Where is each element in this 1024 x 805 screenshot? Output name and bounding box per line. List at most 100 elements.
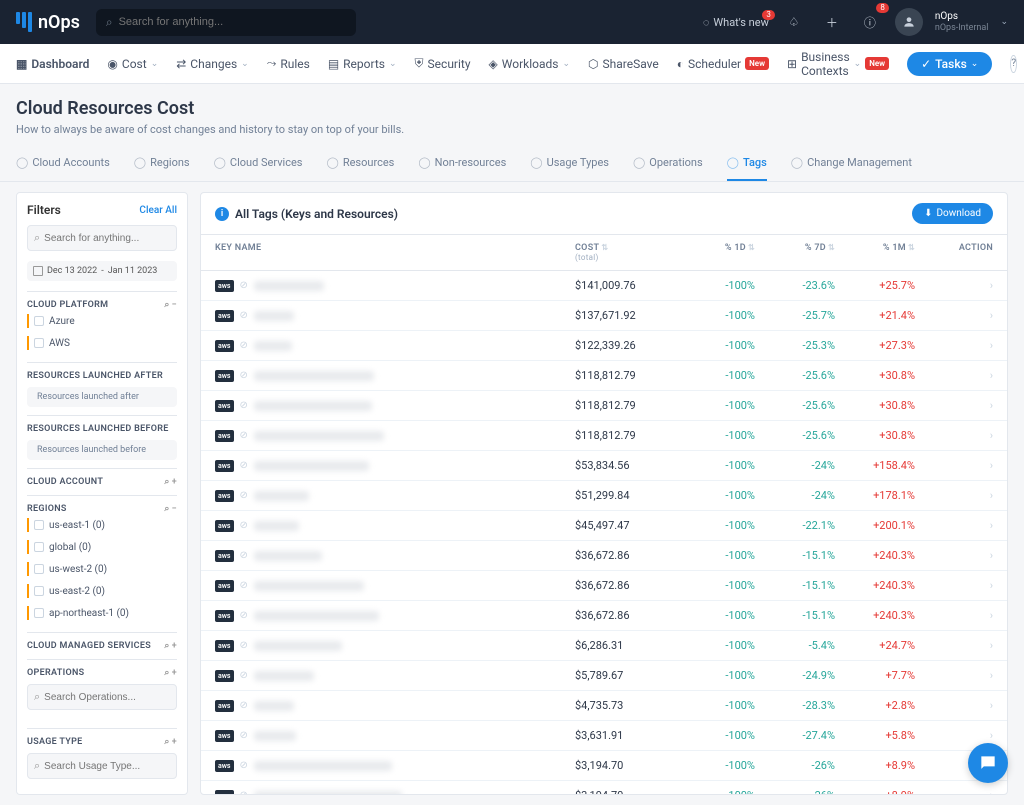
- tab-operations[interactable]: ◯Operations: [633, 146, 703, 181]
- download-button[interactable]: ⬇ Download: [912, 203, 993, 224]
- filter-search-input[interactable]: [44, 233, 170, 244]
- usage-type-search[interactable]: ⌕: [27, 753, 177, 779]
- tab-change-management[interactable]: ◯Change Management: [791, 146, 912, 181]
- operations-header[interactable]: OPERATIONS ⌕+: [27, 668, 177, 678]
- row-expand[interactable]: ›: [915, 549, 993, 562]
- table-row[interactable]: aws⊘xxxxxxxx$137,671.92-100%-25.7%+21.4%…: [201, 301, 1007, 331]
- nav-item-dashboard[interactable]: ▦Dashboard: [16, 57, 89, 71]
- checkbox[interactable]: [34, 586, 44, 596]
- tab-cloud-accounts[interactable]: ◯Cloud Accounts: [16, 146, 110, 181]
- region-item[interactable]: us-east-1 (0): [27, 514, 177, 536]
- cloud-managed-header[interactable]: CLOUD MANAGED SERVICES ⌕+: [27, 641, 177, 651]
- table-row[interactable]: aws⊘xxxxxxxx$118,812.79-100%-25.6%+30.8%…: [201, 421, 1007, 451]
- row-expand[interactable]: ›: [915, 489, 993, 502]
- info-icon[interactable]: i: [215, 207, 229, 221]
- nav-item-sharesave[interactable]: ⬡ShareSave: [588, 57, 659, 71]
- row-expand[interactable]: ›: [915, 789, 993, 794]
- tab-resources[interactable]: ◯Resources: [327, 146, 395, 181]
- region-item[interactable]: global (0): [27, 536, 177, 558]
- col-1d[interactable]: % 1D⇅: [675, 243, 755, 262]
- table-row[interactable]: aws⊘xxxxxxxx$118,812.79-100%-25.6%+30.8%…: [201, 391, 1007, 421]
- usage-type-input[interactable]: [44, 761, 170, 772]
- checkbox[interactable]: [34, 520, 44, 530]
- nav-item-workloads[interactable]: ◈Workloads⌄: [489, 57, 571, 71]
- info-icon[interactable]: ⓘ 8: [857, 9, 883, 35]
- table-row[interactable]: aws⊘xxxxxxxx$122,339.26-100%-25.3%+27.3%…: [201, 331, 1007, 361]
- clear-all-button[interactable]: Clear All: [139, 205, 177, 216]
- table-row[interactable]: aws⊘xxxxxxxx$36,672.86-100%-15.1%+240.3%…: [201, 601, 1007, 631]
- row-expand[interactable]: ›: [915, 369, 993, 382]
- filter-search[interactable]: ⌕: [27, 225, 177, 251]
- row-expand[interactable]: ›: [915, 639, 993, 652]
- table-row[interactable]: aws⊘xxxxxxxx$45,497.47-100%-22.1%+200.1%…: [201, 511, 1007, 541]
- row-expand[interactable]: ›: [915, 399, 993, 412]
- row-expand[interactable]: ›: [915, 459, 993, 472]
- help-icon[interactable]: ?: [1010, 55, 1017, 73]
- table-row[interactable]: aws⊘xxxxxxxx$3,631.91-100%-27.4%+5.8%›: [201, 721, 1007, 751]
- nav-item-changes[interactable]: ⇄Changes⌄: [176, 57, 248, 71]
- nav-item-reports[interactable]: ▤Reports⌄: [328, 57, 397, 71]
- nav-item-business-contexts[interactable]: ⊞Business Contexts⌄New: [787, 50, 889, 78]
- table-row[interactable]: aws⊘xxxxxxxx$51,299.84-100%-24%+178.1%›: [201, 481, 1007, 511]
- table-row[interactable]: aws⊘xxxxxxxx$3,194.70-100%-26%+8.9%›: [201, 781, 1007, 794]
- table-row[interactable]: aws⊘xxxxxxxx$141,009.76-100%-23.6%+25.7%…: [201, 271, 1007, 301]
- global-search-input[interactable]: [119, 16, 346, 28]
- row-expand[interactable]: ›: [915, 609, 993, 622]
- cloud-account-header[interactable]: CLOUD ACCOUNT ⌕+: [27, 477, 177, 487]
- chat-bubble[interactable]: [968, 743, 1008, 783]
- row-expand[interactable]: ›: [915, 669, 993, 682]
- tab-usage-types[interactable]: ◯Usage Types: [530, 146, 609, 181]
- platform-item-azure[interactable]: Azure: [27, 310, 177, 332]
- user-info[interactable]: nOps nOps-Internal: [935, 11, 989, 34]
- tasks-button[interactable]: ✓ Tasks ⌄: [907, 52, 992, 76]
- col-7d[interactable]: % 7D⇅: [755, 243, 835, 262]
- table-row[interactable]: aws⊘xxxxxxxx$4,735.73-100%-28.3%+2.8%›: [201, 691, 1007, 721]
- logo[interactable]: nOps: [16, 12, 80, 33]
- row-expand[interactable]: ›: [915, 429, 993, 442]
- nav-item-scheduler[interactable]: ◐SchedulerNew: [677, 57, 769, 71]
- table-row[interactable]: aws⊘xxxxxxxx$5,789.67-100%-24.9%+7.7%›: [201, 661, 1007, 691]
- platform-item-aws[interactable]: AWS: [27, 332, 177, 354]
- table-row[interactable]: aws⊘xxxxxxxx$3,194.70-100%-26%+8.9%›: [201, 751, 1007, 781]
- operations-search[interactable]: ⌕: [27, 684, 177, 710]
- whatsnew-button[interactable]: ◌ What's new 3: [703, 16, 769, 29]
- date-range-picker[interactable]: Dec 13 2022 - Jan 11 2023: [27, 261, 177, 281]
- checkbox[interactable]: [34, 608, 44, 618]
- nav-item-rules[interactable]: ⤳Rules: [267, 56, 310, 71]
- col-key[interactable]: KEY NAME: [215, 243, 575, 262]
- checkbox[interactable]: [34, 542, 44, 552]
- region-item[interactable]: ap-northeast-1 (0): [27, 602, 177, 624]
- cloud-platform-header[interactable]: CLOUD PLATFORM ⌕−: [27, 300, 177, 310]
- checkbox[interactable]: [34, 564, 44, 574]
- tab-tags[interactable]: ◯Tags: [727, 146, 767, 181]
- row-expand[interactable]: ›: [915, 339, 993, 352]
- plus-icon[interactable]: ＋: [819, 9, 845, 35]
- checkbox[interactable]: [34, 316, 44, 326]
- table-row[interactable]: aws⊘xxxxxxxx$53,834.56-100%-24%+158.4%›: [201, 451, 1007, 481]
- checkbox[interactable]: [34, 338, 44, 348]
- bell-icon[interactable]: ♤: [781, 9, 807, 35]
- global-search[interactable]: ⌕: [96, 9, 356, 36]
- regions-header[interactable]: REGIONS ⌕−: [27, 504, 177, 514]
- row-expand[interactable]: ›: [915, 729, 993, 742]
- row-expand[interactable]: ›: [915, 519, 993, 532]
- col-1m[interactable]: % 1M⇅: [835, 243, 915, 262]
- row-expand[interactable]: ›: [915, 579, 993, 592]
- row-expand[interactable]: ›: [915, 279, 993, 292]
- col-cost[interactable]: COST⇅ (total): [575, 243, 675, 262]
- row-expand[interactable]: ›: [915, 699, 993, 712]
- usage-type-header[interactable]: USAGE TYPE ⌕+: [27, 737, 177, 747]
- row-expand[interactable]: ›: [915, 309, 993, 322]
- region-item[interactable]: us-west-2 (0): [27, 558, 177, 580]
- launched-after-picker[interactable]: Resources launched after: [27, 387, 177, 407]
- table-row[interactable]: aws⊘xxxxxxxx$118,812.79-100%-25.6%+30.8%…: [201, 361, 1007, 391]
- chevron-down-icon[interactable]: ⌄: [1000, 17, 1008, 27]
- tab-cloud-services[interactable]: ◯Cloud Services: [214, 146, 303, 181]
- nav-item-security[interactable]: ⛨Security: [415, 56, 471, 71]
- operations-input[interactable]: [44, 692, 170, 703]
- nav-item-cost[interactable]: ◉Cost⌄: [107, 57, 158, 71]
- tab-non-resources[interactable]: ◯Non-resources: [418, 146, 506, 181]
- tab-regions[interactable]: ◯Regions: [134, 146, 190, 181]
- table-row[interactable]: aws⊘xxxxxxxx$36,672.86-100%-15.1%+240.3%…: [201, 541, 1007, 571]
- region-item[interactable]: us-east-2 (0): [27, 580, 177, 602]
